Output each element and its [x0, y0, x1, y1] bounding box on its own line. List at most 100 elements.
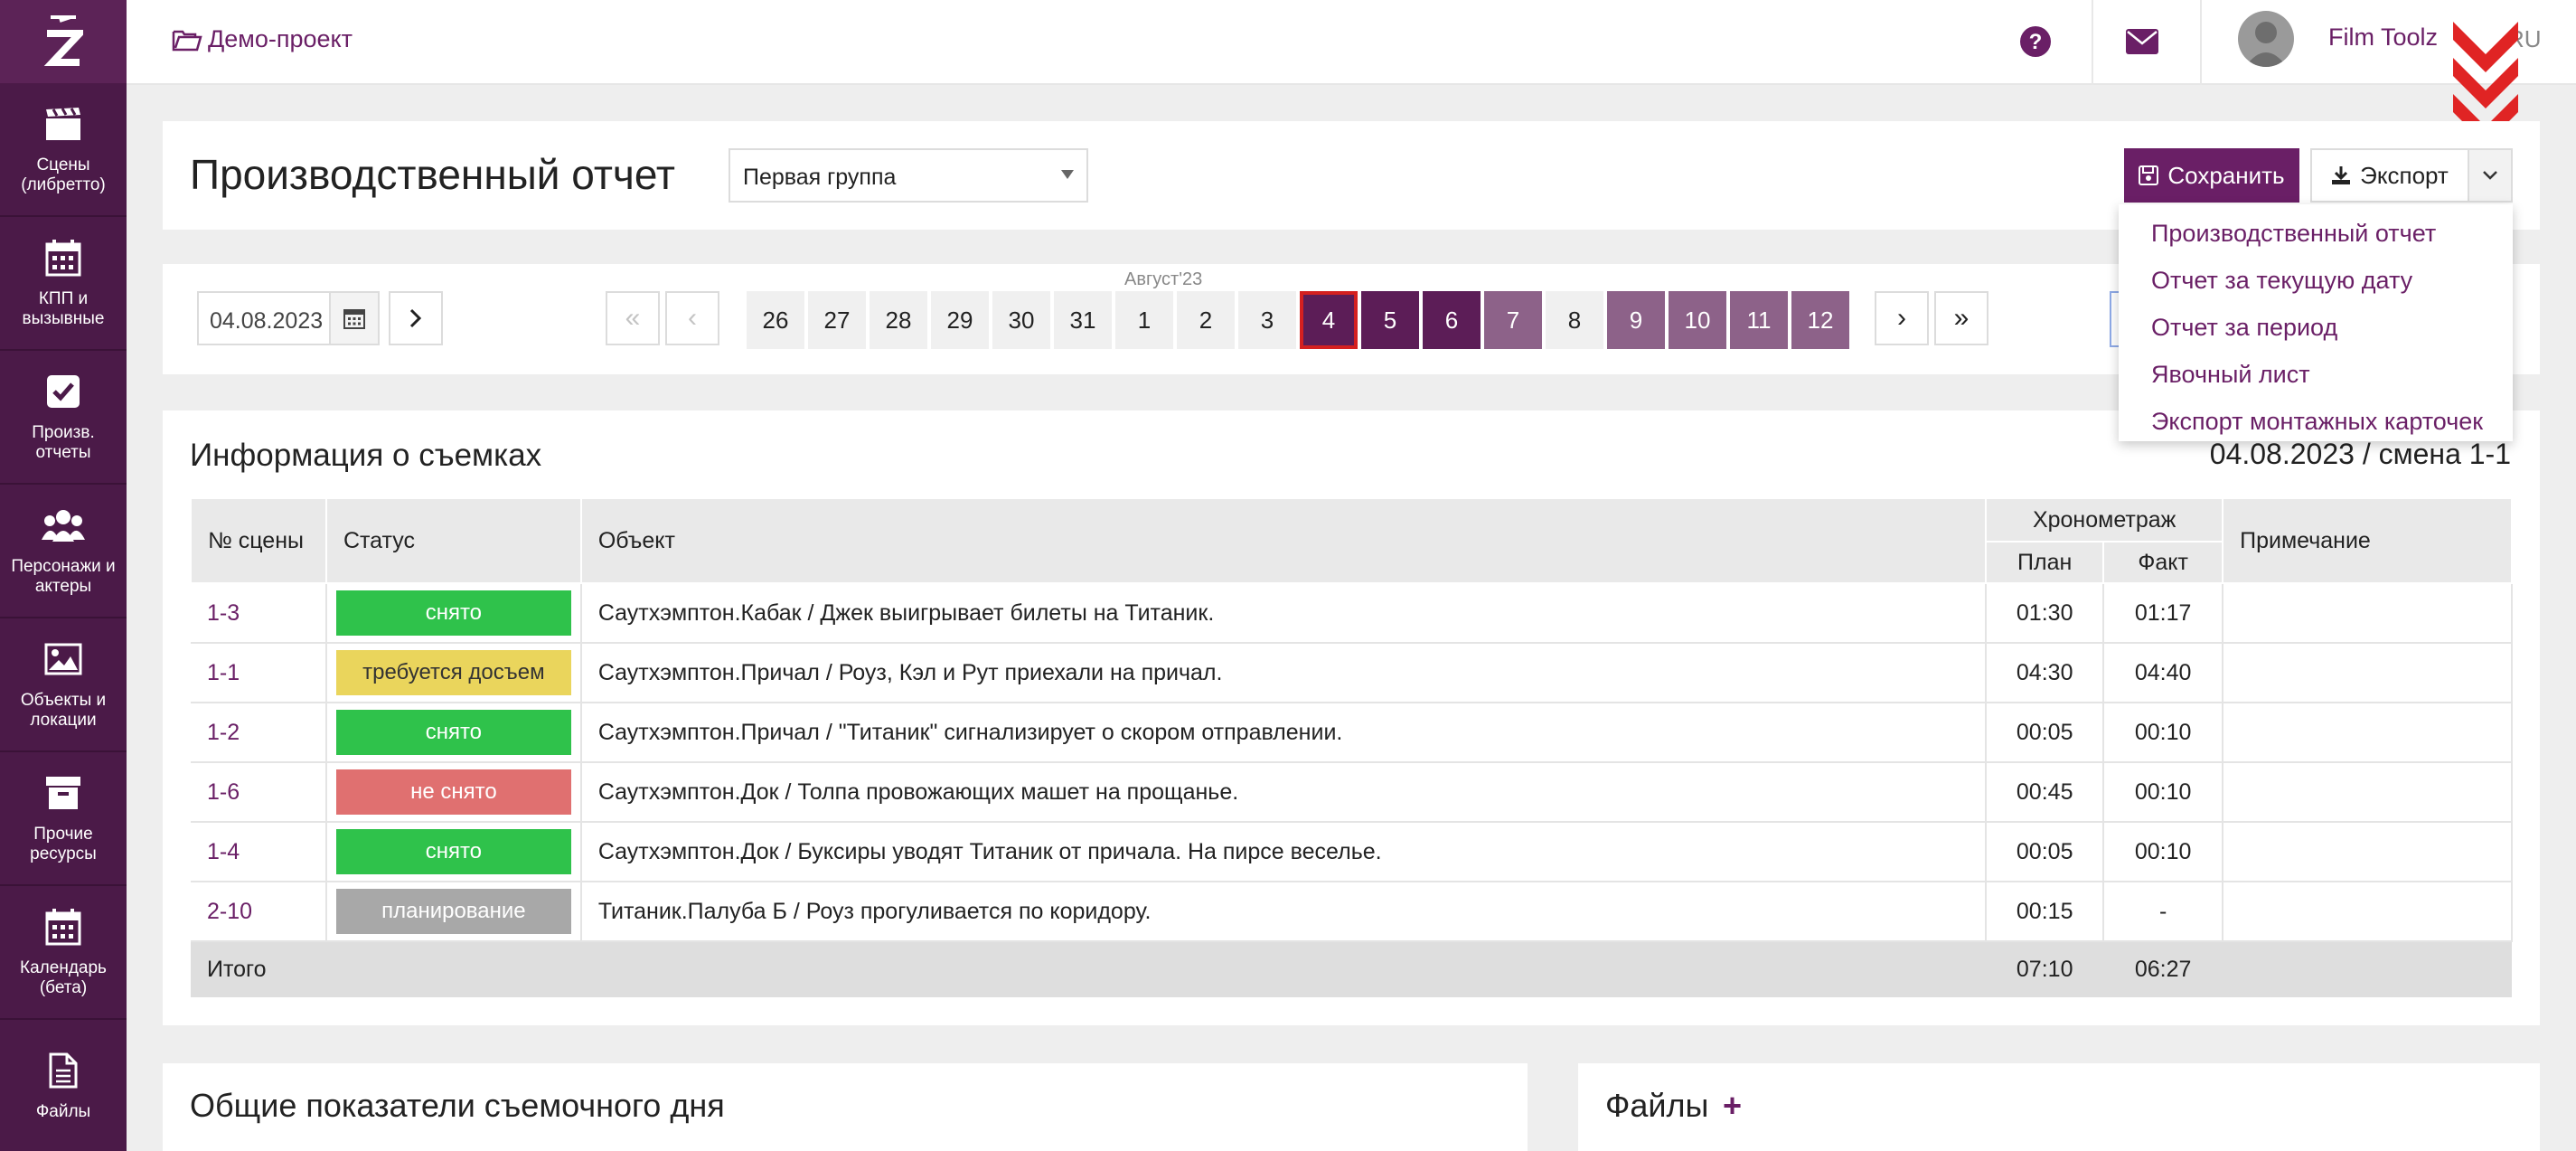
export-button[interactable]: Экспорт — [2310, 148, 2469, 203]
export-menu-item[interactable]: Явочный лист — [2119, 351, 2513, 398]
object-cell: Саутхэмптон.Док / Буксиры уводят Титаник… — [580, 822, 1988, 882]
table-row: 1-2 снято Саутхэмптон.Причал / "Титаник" с… — [191, 703, 2513, 763]
day-29[interactable]: 29 — [931, 291, 989, 349]
note-cell[interactable] — [2223, 703, 2513, 763]
add-file-button[interactable]: + — [1723, 1087, 1742, 1125]
plan-cell: 00:05 — [1986, 703, 2105, 763]
people-icon — [42, 505, 85, 546]
day-3[interactable]: 3 — [1238, 291, 1296, 349]
export-menu-item[interactable]: Экспорт монтажных карточек — [2119, 398, 2513, 445]
day-31[interactable]: 31 — [1054, 291, 1112, 349]
plan-cell: 00:45 — [1986, 762, 2105, 823]
export-menu-item[interactable]: Отчет за период — [2119, 304, 2513, 351]
status-badge[interactable]: снято — [335, 590, 571, 636]
note-cell[interactable] — [2223, 762, 2513, 823]
day-1[interactable]: 1 — [1115, 291, 1173, 349]
day-9[interactable]: 9 — [1607, 291, 1665, 349]
mail-icon[interactable] — [2126, 29, 2158, 59]
sidebar-item-2[interactable]: Произв. отчеты — [0, 351, 127, 485]
sidebar-item-label: Файлы — [35, 1102, 91, 1121]
scene-link[interactable]: 1-2 — [207, 720, 240, 745]
sidebar-item-3[interactable]: Персонажи и актеры — [0, 485, 127, 618]
range-date-input[interactable] — [2110, 291, 2119, 347]
object-cell: Титаник.Палуба Б / Роуз прогуливается по… — [580, 882, 1988, 942]
status-badge[interactable]: планирование — [335, 889, 571, 934]
user-name[interactable]: Film Toolz — [2328, 24, 2438, 52]
status-badge[interactable]: снято — [335, 829, 571, 874]
scenes-table: № сцены Статус Объект Хронометраж Примеч… — [190, 497, 2513, 997]
image-icon — [44, 638, 82, 680]
group-select[interactable]: Первая группа — [729, 148, 1088, 203]
floppy-disk-icon — [2139, 165, 2159, 185]
object-cell: Саутхэмптон.Кабак / Джек выигрывает биле… — [580, 583, 1988, 644]
day-2[interactable]: 2 — [1177, 291, 1235, 349]
note-cell[interactable] — [2223, 882, 2513, 942]
day-27[interactable]: 27 — [808, 291, 866, 349]
day-5[interactable]: 5 — [1361, 291, 1419, 349]
day-11[interactable]: 11 — [1730, 291, 1788, 349]
day-28[interactable]: 28 — [870, 291, 927, 349]
scene-cell: 1-1 — [191, 643, 327, 703]
sidebar-item-6[interactable]: Календарь (бета) — [0, 886, 127, 1020]
calendar-icon — [343, 309, 365, 329]
first-page-button[interactable]: « — [606, 291, 660, 345]
export-label: Экспорт — [2360, 161, 2449, 189]
scene-link[interactable]: 1-3 — [207, 600, 240, 626]
status-badge[interactable]: не снято — [335, 769, 571, 815]
sidebar: Сцены (либретто) КПП и вызывные Произв. от… — [0, 0, 127, 1151]
calendar-button[interactable] — [329, 291, 380, 345]
col-fact: Факт — [2102, 541, 2224, 584]
scene-link[interactable]: 1-1 — [207, 660, 240, 685]
export-dropdown-toggle[interactable] — [2468, 148, 2513, 203]
sidebar-item-1[interactable]: КПП и вызывные — [0, 217, 127, 351]
export-menu-item[interactable]: Производственный отчет — [2119, 210, 2513, 257]
fact-cell: 04:40 — [2103, 643, 2224, 703]
sidebar-item-4[interactable]: Объекты и локации — [0, 618, 127, 752]
day-26[interactable]: 26 — [747, 291, 804, 349]
sidebar-item-7[interactable]: Файлы — [0, 1020, 127, 1151]
total-row: Итого 07:10 06:27 — [191, 941, 2512, 997]
note-cell[interactable] — [2223, 643, 2513, 703]
sidebar-item-5[interactable]: Прочие ресурсы — [0, 752, 127, 886]
month-label: Август'23 — [1124, 269, 1203, 289]
export-menu-item[interactable]: Отчет за текущую дату — [2119, 257, 2513, 304]
app-logo[interactable] — [0, 0, 127, 83]
scene-cell: 1-2 — [191, 703, 327, 763]
day-8[interactable]: 8 — [1546, 291, 1603, 349]
download-icon — [2332, 166, 2351, 184]
sidebar-item-label: Прочие ресурсы — [30, 825, 97, 863]
day-12[interactable]: 12 — [1791, 291, 1849, 349]
status-badge[interactable]: требуется досъем — [335, 650, 571, 695]
date-input[interactable]: 04.08.2023 — [197, 291, 331, 345]
status-badge[interactable]: снято — [335, 710, 571, 755]
prev-page-button[interactable]: ‹ — [665, 291, 719, 345]
note-cell[interactable] — [2223, 822, 2513, 882]
help-icon[interactable]: ? — [2019, 25, 2052, 62]
total-label: Итого — [191, 941, 1987, 997]
project-name: Демо-проект — [208, 25, 353, 52]
scene-link[interactable]: 2-10 — [207, 899, 252, 924]
sidebar-item-label: Сцены (либретто) — [21, 156, 106, 194]
sidebar-item-0[interactable]: Сцены (либретто) — [0, 83, 127, 217]
day-10[interactable]: 10 — [1669, 291, 1726, 349]
next-page-button[interactable]: › — [1875, 291, 1929, 345]
day-4[interactable]: 4 — [1300, 291, 1358, 349]
plan-cell: 00:05 — [1986, 822, 2105, 882]
scene-link[interactable]: 1-6 — [207, 779, 240, 805]
last-page-button[interactable]: » — [1934, 291, 1988, 345]
avatar[interactable] — [2238, 11, 2294, 67]
status-cell: снято — [325, 822, 582, 882]
sidebar-item-label: КПП и вызывные — [22, 289, 105, 328]
col-scene: № сцены — [190, 497, 327, 584]
table-row: 1-4 снято Саутхэмптон.Док / Буксиры уводят… — [191, 822, 2513, 882]
day-7[interactable]: 7 — [1484, 291, 1542, 349]
day-30[interactable]: 30 — [992, 291, 1050, 349]
date-next-button[interactable] — [389, 291, 443, 345]
project-link[interactable]: Демо-проект — [172, 25, 353, 53]
clapperboard-icon — [44, 103, 82, 145]
save-button[interactable]: Сохранить — [2124, 148, 2299, 203]
scene-link[interactable]: 1-4 — [207, 839, 240, 864]
day-6[interactable]: 6 — [1423, 291, 1481, 349]
scene-cell: 2-10 — [191, 882, 327, 942]
note-cell[interactable] — [2223, 583, 2513, 644]
